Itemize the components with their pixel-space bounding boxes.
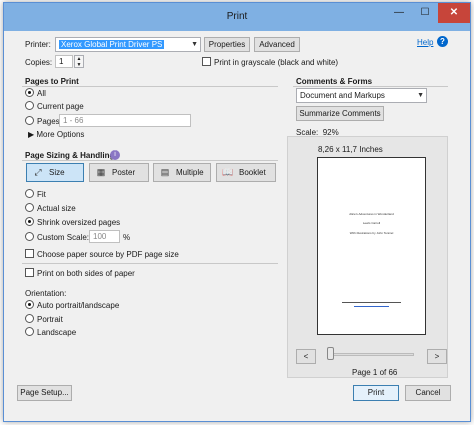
more-options-label: More Options	[36, 130, 85, 139]
more-options-toggle[interactable]: ▶ More Options	[28, 130, 84, 139]
radio-current-page[interactable]	[25, 101, 34, 110]
grayscale-label: Print in grayscale (black and white)	[214, 58, 339, 67]
chevron-down-icon: ▼	[417, 92, 424, 99]
radio-fit[interactable]	[25, 189, 34, 198]
page-preview: Alice's Adventures in Wonderland Lewis C…	[317, 157, 426, 335]
poster-icon: ▦	[96, 167, 106, 177]
radio-actual-size[interactable]	[25, 203, 34, 212]
comments-select[interactable]: Document and Markups ▼	[296, 88, 427, 103]
custom-scale-unit: %	[123, 233, 131, 242]
size-button-label: Size	[49, 168, 65, 177]
pages-to-print-heading: Pages to Print	[25, 77, 79, 86]
multiple-icon: ▤	[160, 167, 170, 177]
pages-range-input[interactable]: 1 - 66	[59, 114, 191, 127]
radio-pages[interactable]	[25, 116, 34, 125]
radio-portrait[interactable]	[25, 314, 34, 323]
radio-actual-size-label: Actual size	[37, 204, 76, 213]
radio-landscape-label: Landscape	[37, 328, 77, 337]
printer-selected-value: Xerox Global Print Driver PS	[59, 40, 165, 49]
radio-fit-label: Fit	[37, 190, 46, 199]
copies-input[interactable]: 1	[55, 55, 73, 68]
help-link[interactable]: Help	[417, 38, 433, 47]
cancel-button[interactable]: Cancel	[405, 385, 451, 401]
radio-auto-orientation-label: Auto portrait/landscape	[37, 301, 120, 310]
paper-source-checkbox[interactable]	[25, 249, 34, 258]
preview-page-title: Alice's Adventures in Wonderland	[349, 212, 394, 216]
booklet-icon: 📖	[222, 167, 234, 177]
comments-forms-heading: Comments & Forms	[296, 77, 373, 86]
page-size-label: 8,26 x 11,7 Inches	[318, 145, 383, 154]
preview-link-line	[354, 306, 389, 307]
radio-portrait-label: Portrait	[37, 315, 63, 324]
section-divider	[22, 263, 278, 264]
poster-button[interactable]: ▦ Poster	[89, 163, 149, 182]
summarize-comments-button[interactable]: Summarize Comments	[296, 106, 384, 121]
properties-button[interactable]: Properties	[204, 37, 250, 52]
printer-label: Printer:	[25, 40, 51, 49]
radio-auto-orientation[interactable]	[25, 300, 34, 309]
close-button[interactable]: ✕	[438, 3, 470, 23]
orientation-heading: Orientation:	[25, 289, 67, 298]
booklet-button-label: Booklet	[239, 168, 266, 177]
paper-source-label: Choose paper source by PDF page size	[37, 250, 179, 259]
preview-page-author: Lewis Carroll	[362, 221, 381, 225]
minimize-button[interactable]: —	[386, 3, 412, 23]
page-sizing-heading: Page Sizing & Handling	[25, 151, 115, 160]
advanced-button[interactable]: Advanced	[254, 37, 300, 52]
title-bar[interactable]: Print — ☐ ✕	[4, 3, 470, 31]
comments-selected-value: Document and Markups	[300, 91, 385, 100]
radio-landscape[interactable]	[25, 327, 34, 336]
copies-label: Copies:	[25, 58, 53, 67]
section-divider	[22, 86, 278, 87]
both-sides-checkbox[interactable]	[25, 268, 34, 277]
radio-shrink-oversized[interactable]	[25, 217, 34, 226]
page-indicator: Page 1 of 66	[352, 368, 398, 377]
copies-stepper[interactable]: ▲ ▼	[74, 55, 84, 68]
size-icon: ⤢	[34, 167, 42, 177]
chevron-down-icon: ▼	[191, 41, 198, 48]
size-button[interactable]: ⤢ Size	[26, 163, 84, 182]
multiple-button[interactable]: ▤ Multiple	[153, 163, 211, 182]
help-icon[interactable]: ?	[437, 36, 448, 47]
poster-button-label: Poster	[112, 168, 136, 177]
page-slider-thumb[interactable]	[327, 347, 334, 360]
radio-current-page-label: Current page	[37, 102, 84, 111]
preview-text-line	[342, 302, 401, 303]
radio-shrink-oversized-label: Shrink oversized pages	[37, 218, 121, 227]
both-sides-label: Print on both sides of paper	[37, 269, 135, 278]
section-divider	[293, 86, 448, 87]
info-icon[interactable]: i	[110, 150, 120, 160]
chevron-right-icon: ▶	[28, 130, 35, 139]
print-button[interactable]: Print	[353, 385, 399, 401]
radio-pages-label: Pages	[37, 117, 60, 126]
grayscale-checkbox[interactable]	[202, 57, 211, 66]
custom-scale-input[interactable]: 100	[89, 230, 120, 243]
page-setup-button[interactable]: Page Setup...	[17, 385, 72, 401]
radio-all[interactable]	[25, 88, 34, 97]
radio-all-label: All	[37, 89, 46, 98]
next-page-button[interactable]: >	[427, 349, 447, 364]
multiple-button-label: Multiple	[176, 168, 204, 177]
maximize-button[interactable]: ☐	[412, 3, 438, 23]
preview-page-illustrations: With illustrations by John Tenniel	[349, 231, 394, 235]
page-slider-track[interactable]	[327, 353, 414, 356]
radio-custom-scale[interactable]	[25, 232, 34, 241]
radio-custom-scale-label: Custom Scale:	[37, 233, 90, 242]
booklet-button[interactable]: 📖 Booklet	[216, 163, 276, 182]
printer-select[interactable]: Xerox Global Print Driver PS ▼	[55, 37, 201, 52]
prev-page-button[interactable]: <	[296, 349, 316, 364]
section-divider	[22, 160, 278, 161]
